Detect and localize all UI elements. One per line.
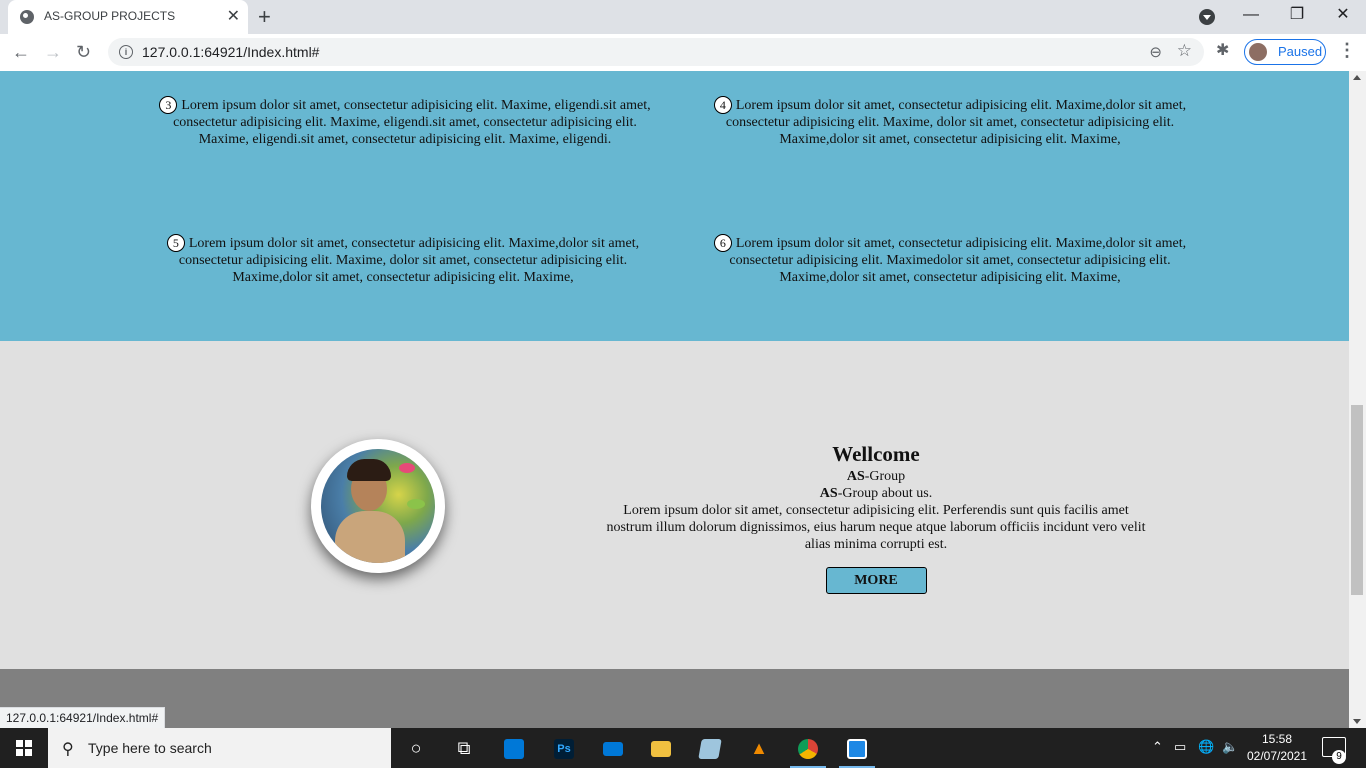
vlc-icon[interactable]: ▲ xyxy=(735,728,783,768)
close-tab-icon[interactable]: ✕ xyxy=(227,7,240,27)
window-close-button[interactable]: ✕ xyxy=(1320,4,1366,28)
minimize-button[interactable]: — xyxy=(1228,4,1274,28)
about-us-line: AS-Group about us. xyxy=(819,486,933,501)
welcome-block: Wellcome AS-Group AS-Group about us. Lor… xyxy=(606,441,1146,594)
battery-icon[interactable]: ▭ xyxy=(1174,739,1186,755)
mail-icon[interactable] xyxy=(589,728,637,768)
browser-tab[interactable]: AS-GROUP PROJECTS ✕ xyxy=(8,0,248,34)
editor-app-icon[interactable] xyxy=(833,728,881,768)
restore-button[interactable]: ❐ xyxy=(1274,4,1320,28)
page-footer xyxy=(0,669,1349,728)
address-bar[interactable]: i 127.0.0.1:64921/Index.html# ⊖ ☆ xyxy=(108,38,1204,66)
start-button[interactable] xyxy=(0,728,48,768)
browser-toolbar: ← → ↻ i 127.0.0.1:64921/Index.html# ⊖ ☆ xyxy=(0,34,1366,72)
windows-taskbar: ⚲ Type here to search ○ ⧉ Ps ▲ ⌃ ▭ 🌐 🔈 1… xyxy=(0,728,1366,768)
profile-photo xyxy=(311,439,445,573)
service-item-3: 3 Lorem ipsum dolor sit amet, consectetur… xyxy=(152,96,658,148)
avatar xyxy=(1249,43,1267,61)
service-number: 3 xyxy=(159,96,178,114)
extensions-icon[interactable]: ✱ xyxy=(1216,40,1229,60)
service-number: 5 xyxy=(166,234,185,252)
service-text: Lorem ipsum dolor sit amet, consectetur … xyxy=(178,236,640,285)
service-number: 4 xyxy=(713,96,732,114)
about-text: Lorem ipsum dolor sit amet, consectetur … xyxy=(606,503,1146,552)
zoom-icon[interactable]: ⊖ xyxy=(1149,43,1162,61)
services-section: 3 Lorem ipsum dolor sit amet, consectetur… xyxy=(0,71,1349,341)
profile-label: Paused xyxy=(1278,44,1323,59)
welcome-title: Wellcome xyxy=(832,442,920,466)
profile-button[interactable]: Paused xyxy=(1244,39,1326,65)
store-icon[interactable] xyxy=(490,728,538,768)
page-viewport: 3 Lorem ipsum dolor sit amet, consectetur… xyxy=(0,71,1349,728)
globe-icon xyxy=(20,10,34,24)
more-button[interactable]: MORE xyxy=(825,567,927,594)
url-text[interactable]: 127.0.0.1:64921/Index.html# xyxy=(142,44,319,60)
service-item-5: 5 Lorem ipsum dolor sit amet, consectetur… xyxy=(158,234,648,286)
tab-title: AS-GROUP PROJECTS xyxy=(44,9,176,23)
scroll-up-arrow[interactable] xyxy=(1353,75,1361,80)
notification-badge: 9 xyxy=(1332,750,1346,764)
service-text: Lorem ipsum dolor sit amet, consectetur … xyxy=(173,98,651,147)
scroll-down-arrow[interactable] xyxy=(1353,719,1361,724)
status-bar-url: 127.0.0.1:64921/Index.html# xyxy=(0,707,166,730)
taskbar-clock[interactable]: 15:58 02/07/2021 xyxy=(1242,731,1312,765)
scroll-thumb[interactable] xyxy=(1351,405,1363,595)
search-icon: ⚲ xyxy=(62,741,74,758)
about-section: Wellcome AS-Group AS-Group about us. Lor… xyxy=(0,341,1349,669)
file-explorer-icon[interactable] xyxy=(637,728,685,768)
cortana-icon[interactable]: ○ xyxy=(392,728,440,768)
volume-icon[interactable]: 🔈 xyxy=(1222,739,1238,755)
back-icon[interactable]: ← xyxy=(12,40,30,64)
brand-line: AS-Group xyxy=(846,469,906,484)
service-number: 6 xyxy=(713,234,732,252)
task-view-icon[interactable]: ⧉ xyxy=(440,728,488,768)
search-placeholder: Type here to search xyxy=(88,740,212,756)
taskbar-search[interactable]: ⚲ Type here to search xyxy=(48,728,391,768)
tray-overflow-icon[interactable]: ⌃ xyxy=(1152,739,1163,755)
reload-icon[interactable]: ↻ xyxy=(76,40,91,64)
network-icon[interactable]: 🌐 xyxy=(1198,739,1214,755)
tab-strip: AS-GROUP PROJECTS ✕ + — ❐ ✕ xyxy=(0,0,1366,34)
service-item-4: 4 Lorem ipsum dolor sit amet, consectetur… xyxy=(704,96,1196,148)
photoshop-icon[interactable]: Ps xyxy=(540,728,588,768)
tab-search-icon[interactable] xyxy=(1199,9,1215,25)
browser-menu-icon[interactable]: ⋮ xyxy=(1338,40,1356,61)
windows-logo-icon xyxy=(16,740,32,756)
site-info-icon[interactable]: i xyxy=(119,45,133,59)
service-text: Lorem ipsum dolor sit amet, consectetur … xyxy=(725,98,1187,147)
clock-time: 15:58 xyxy=(1261,732,1293,746)
service-text: Lorem ipsum dolor sit amet, consectetur … xyxy=(729,236,1187,285)
page-scrollbar[interactable] xyxy=(1349,71,1366,728)
chrome-icon[interactable] xyxy=(784,728,832,768)
app-icon[interactable] xyxy=(686,728,734,768)
new-tab-button[interactable]: + xyxy=(258,4,271,30)
photo-image xyxy=(321,449,435,563)
forward-icon[interactable]: → xyxy=(44,40,62,64)
clock-date: 02/07/2021 xyxy=(1246,749,1308,763)
service-item-6: 6 Lorem ipsum dolor sit amet, consectetur… xyxy=(704,234,1196,286)
bookmark-star-icon[interactable]: ☆ xyxy=(1177,41,1192,61)
